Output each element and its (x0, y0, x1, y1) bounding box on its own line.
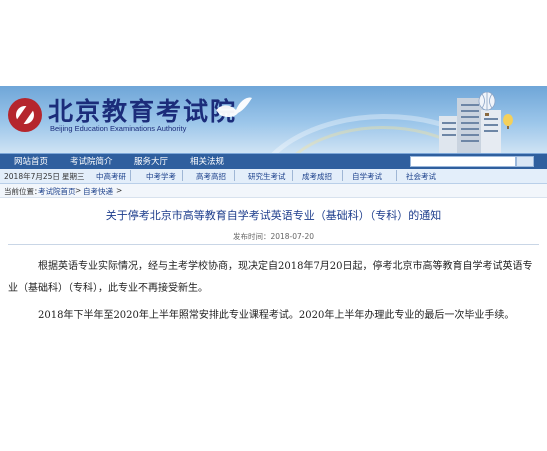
nav-item-about[interactable]: 考试院简介 (70, 155, 113, 167)
subnav-link-2[interactable]: 高考高招 (196, 171, 226, 182)
breadcrumb: 当前位置： 考试院首页 > 自考快递 > (0, 184, 547, 198)
divider (8, 244, 539, 245)
breadcrumb-home-link[interactable]: 考试院首页 (38, 186, 76, 197)
divider (130, 170, 131, 181)
site-banner: 北京教育考试院 Beijing Education Examinations A… (0, 86, 547, 153)
paragraph-text: 2018年下半年至2020年上半年照常安排此专业课程考试。2020年上半年办理此… (38, 310, 515, 321)
breadcrumb-separator: > (116, 186, 123, 195)
hot-air-balloon-small-icon (503, 114, 513, 129)
nav-item-service-hall[interactable]: 服务大厅 (134, 155, 168, 167)
search-input[interactable] (410, 156, 516, 167)
hot-air-balloon-icon (478, 92, 496, 116)
article-paragraph: 2018年下半年至2020年上半年照常安排此专业课程考试。2020年上半年办理此… (8, 305, 539, 327)
breadcrumb-current-link[interactable]: 自考快递 (83, 186, 113, 197)
site-name-cn: 北京教育考试院 (48, 97, 238, 126)
current-date: 2018年7月25日 (4, 172, 60, 181)
divider (182, 170, 183, 181)
main-navigation: 网站首页 考试院简介 服务大厅 相关法规 (0, 153, 547, 169)
article-title: 关于停考北京市高等教育自学考试英语专业（基础科）（专科）的通知 (105, 209, 442, 222)
divider (342, 170, 343, 181)
search-button[interactable] (516, 156, 534, 167)
divider (396, 170, 397, 181)
publish-info: 发布时间：2018-07-20 (0, 231, 547, 242)
publish-label: 发布时间： (232, 232, 271, 241)
nav-item-home[interactable]: 网站首页 (14, 155, 48, 167)
breadcrumb-separator: > (75, 186, 82, 195)
nav-item-regulations[interactable]: 相关法规 (190, 155, 224, 167)
site-name-en: Beijing Education Examinations Authority (50, 124, 187, 133)
divider (292, 170, 293, 181)
publish-date: 2018-07-20 (270, 232, 315, 241)
subnav-link-4[interactable]: 成考成招 (302, 171, 332, 182)
sub-navigation: 2018年7月25日 星期三 中高考研 中考学考 高考高招 研究生考试 成考成招… (0, 169, 547, 184)
divider (234, 170, 235, 181)
breadcrumb-prefix: 当前位置： (4, 187, 42, 196)
current-weekday: 星期三 (62, 172, 85, 181)
paragraph-text: 根据英语专业实际情况，经与主考学校协商，现决定自2018年7月20日起，停考北京… (8, 261, 533, 294)
dove-icon (216, 97, 252, 118)
subnav-link-5[interactable]: 自学考试 (352, 171, 382, 182)
subnav-link-3[interactable]: 研究生考试 (248, 171, 286, 182)
article-paragraph: 根据英语专业实际情况，经与主考学校协商，现决定自2018年7月20日起，停考北京… (8, 256, 539, 300)
subnav-link-1[interactable]: 中考学考 (146, 171, 176, 182)
logo-emblem-icon (8, 98, 42, 132)
subnav-link-0[interactable]: 中高考研 (96, 171, 126, 182)
page: 北京教育考试院 Beijing Education Examinations A… (0, 0, 547, 451)
subnav-link-6[interactable]: 社会考试 (406, 171, 436, 182)
